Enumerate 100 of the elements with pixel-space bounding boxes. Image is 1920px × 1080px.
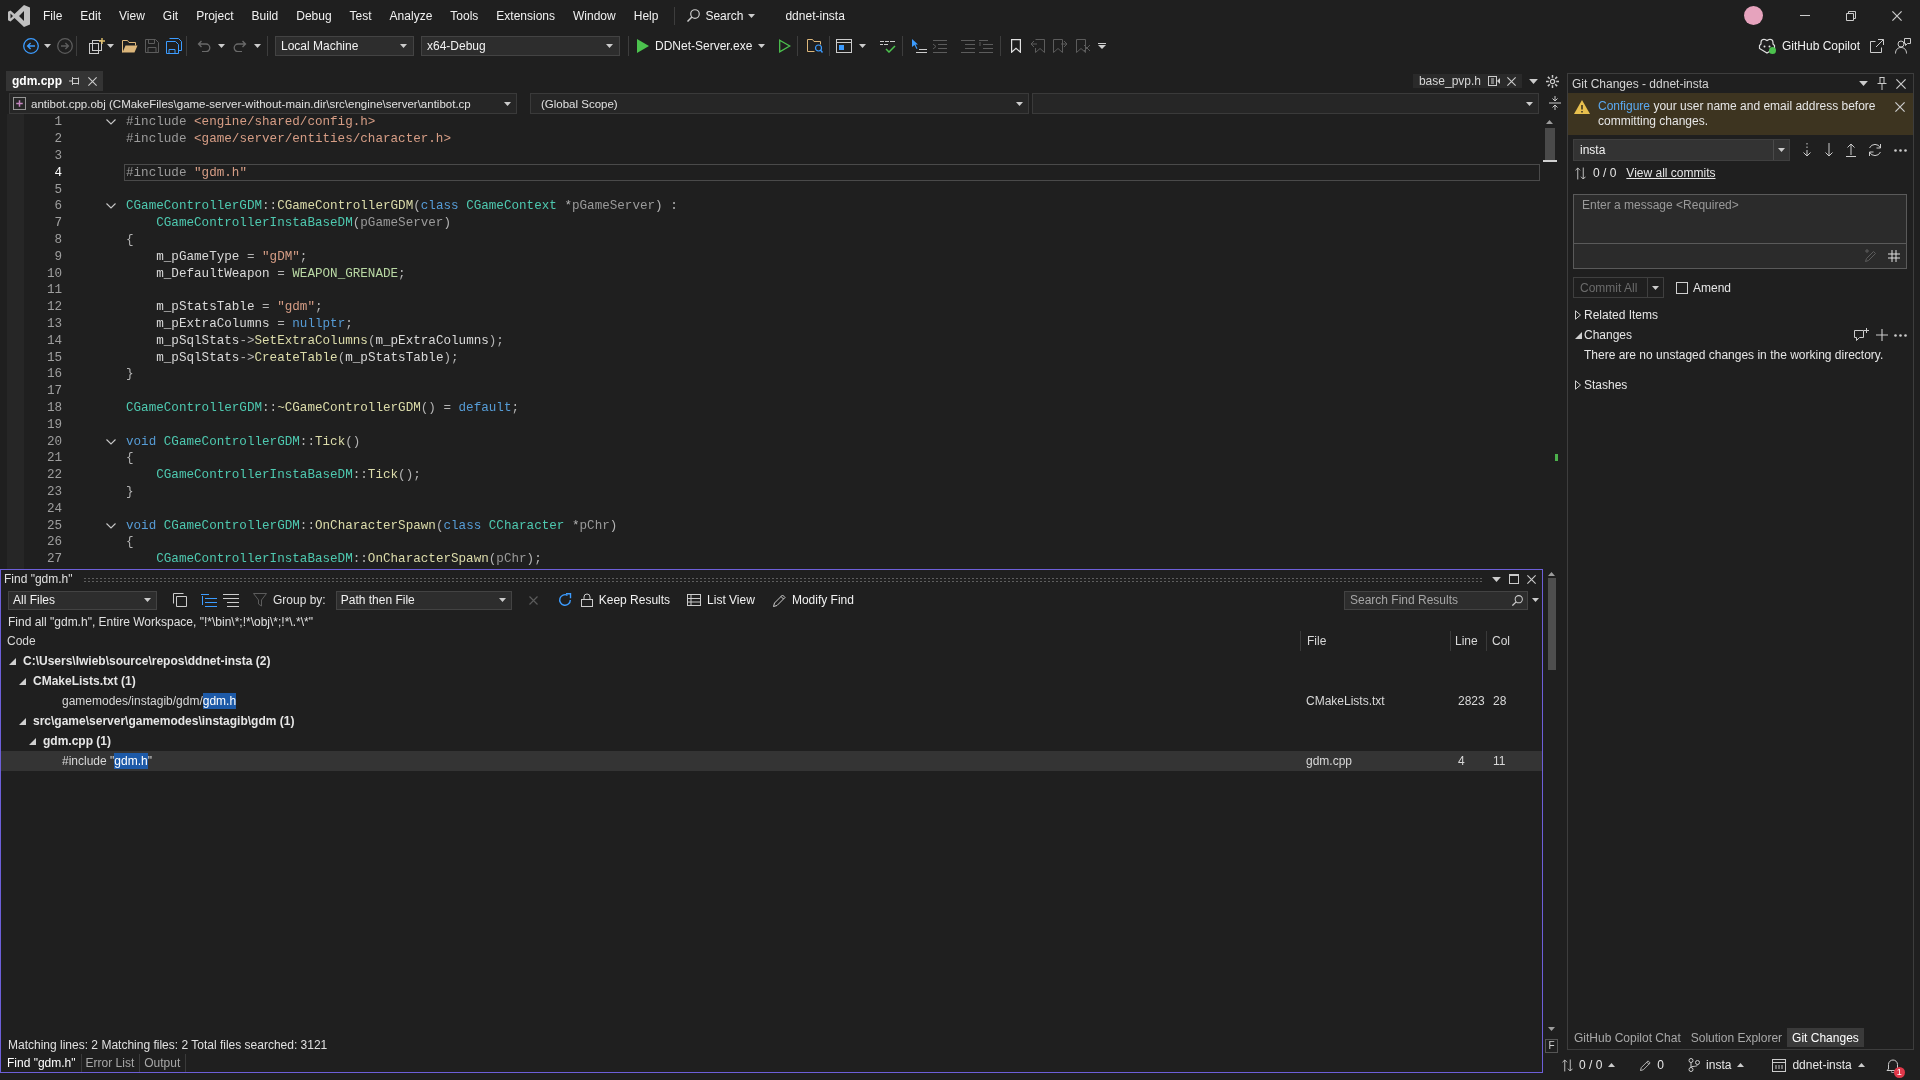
filter-icon[interactable]	[253, 593, 267, 607]
panel-tab[interactable]: Find "gdm.h"	[3, 1054, 82, 1072]
target-dropdown[interactable]: Local Machine	[275, 36, 414, 56]
next-bookmark-icon[interactable]	[1053, 39, 1068, 53]
project-dropdown[interactable]: antibot.cpp.obj (CMakeFiles\game-server-without-main.dir\src\engine\server\antibot.cp	[9, 93, 517, 114]
search-button[interactable]: Search	[681, 5, 762, 26]
column-header[interactable]: Line	[1455, 634, 1478, 648]
expand-all-icon[interactable]	[201, 593, 217, 607]
message-box[interactable]: Enter a message <Required>	[1573, 194, 1907, 269]
open-folder-icon[interactable]	[122, 39, 138, 53]
plus-icon[interactable]	[1876, 329, 1888, 341]
up-arrow-icon[interactable]	[1846, 143, 1856, 157]
spell-check-icon[interactable]	[880, 39, 897, 53]
close-icon[interactable]	[1527, 574, 1536, 584]
more-icon[interactable]	[1894, 333, 1907, 337]
menu-item[interactable]: Debug	[287, 5, 341, 26]
chevron-down-icon[interactable]	[106, 203, 116, 210]
column-header[interactable]: File	[1307, 634, 1327, 648]
branch-dropdown[interactable]: insta	[1573, 139, 1790, 161]
caret-down-icon[interactable]	[1529, 78, 1538, 84]
down-arrow-icon[interactable]	[1824, 143, 1834, 157]
windows-plus-icon[interactable]	[89, 38, 105, 54]
tool-window-tab[interactable]: GitHub Copilot Chat	[1569, 1028, 1686, 1047]
scope-dropdown[interactable]: All Files	[8, 590, 157, 610]
restore-icon[interactable]	[1846, 10, 1856, 21]
scrollbar-thumb[interactable]	[1545, 128, 1555, 160]
caret-down-icon[interactable]	[44, 44, 51, 48]
caret-down-icon[interactable]	[254, 44, 261, 48]
result-row[interactable]: CMakeLists.txt (1)	[1, 671, 1542, 691]
expanded-arrow-icon[interactable]	[9, 657, 16, 665]
clear-bookmarks-icon[interactable]	[1076, 39, 1091, 53]
dotted-down-arrow-icon[interactable]	[1802, 143, 1812, 157]
scroll-down-icon[interactable]	[1548, 1027, 1555, 1031]
expanded-arrow-icon[interactable]	[29, 737, 36, 745]
caret-down-icon[interactable]	[1492, 576, 1501, 582]
menu-item[interactable]: View	[110, 5, 154, 26]
save-all-icon[interactable]	[166, 38, 182, 54]
close-icon[interactable]	[88, 76, 97, 86]
tool-window-tab[interactable]: Solution Explorer	[1685, 1028, 1788, 1047]
pin-icon[interactable]	[1877, 77, 1887, 90]
chevron-down-icon[interactable]	[106, 119, 116, 126]
menu-item[interactable]: Window	[564, 5, 625, 26]
menu-item[interactable]: Help	[624, 5, 668, 26]
pin-icon[interactable]	[69, 76, 81, 86]
view-all-commits-link[interactable]: View all commits	[1626, 166, 1716, 180]
maximize-icon[interactable]	[1509, 574, 1519, 584]
redo-icon[interactable]	[233, 40, 247, 52]
menu-item[interactable]: Git	[153, 5, 188, 26]
clear-icon[interactable]	[528, 595, 538, 605]
menu-item[interactable]: File	[34, 5, 72, 26]
result-row[interactable]: C:\Users\lwieb\source\repos\ddnet-insta (2)	[1, 651, 1542, 671]
play-outline-icon[interactable]	[779, 39, 792, 53]
amend-checkbox[interactable]	[1676, 281, 1688, 294]
scrollbar-thumb[interactable]	[1547, 578, 1556, 670]
section-header[interactable]: Changes	[1584, 328, 1633, 342]
expanded-arrow-icon[interactable]	[1575, 331, 1582, 339]
caret-down-icon[interactable]	[859, 44, 867, 48]
expanded-arrow-icon[interactable]	[19, 677, 26, 685]
folder-search-icon[interactable]	[807, 39, 824, 53]
commit-message-field[interactable]: Enter a message <Required>	[1574, 195, 1906, 243]
caret-down-icon[interactable]	[107, 44, 114, 48]
tool-window-tab[interactable]: Git Changes	[1787, 1028, 1864, 1047]
caret-down-icon[interactable]	[218, 44, 225, 48]
column-header[interactable]: Code	[7, 634, 36, 648]
modify-find-button[interactable]: Modify Find	[772, 593, 854, 607]
menu-item[interactable]: Analyze	[380, 5, 442, 26]
result-row[interactable]: gdm.cpp (1)	[1, 731, 1542, 751]
menu-item[interactable]: Tools	[441, 5, 488, 26]
person-speech-icon[interactable]	[1895, 38, 1911, 54]
result-row[interactable]: #include "gdm.h" gdm.cpp 4 11	[1, 751, 1542, 771]
previous-bookmark-icon[interactable]	[1031, 39, 1046, 53]
keep-results-button[interactable]: Keep Results	[580, 593, 671, 607]
speech-bubble-plus-icon[interactable]	[1854, 328, 1870, 342]
copy-icon[interactable]	[173, 593, 187, 607]
section-header[interactable]: Related Items	[1584, 308, 1659, 322]
bookmark-icon[interactable]	[1011, 39, 1022, 53]
more-icon[interactable]	[1894, 148, 1907, 152]
document-tab[interactable]: base_pvp.h	[1412, 74, 1522, 88]
document-tab[interactable]: gdm.cpp	[6, 71, 103, 91]
bell-icon[interactable]	[1885, 1057, 1900, 1073]
undo-icon[interactable]	[197, 40, 211, 52]
menu-item[interactable]: Edit	[71, 5, 111, 26]
circular-arrows-icon[interactable]	[1868, 143, 1882, 157]
share-icon[interactable]	[1870, 39, 1884, 53]
changes-status-button[interactable]: 0	[1640, 1058, 1665, 1072]
search-icon[interactable]	[1512, 594, 1523, 606]
scope-dropdown[interactable]: (Global Scope)	[530, 93, 1029, 114]
configure-link[interactable]: Configure	[1598, 99, 1651, 113]
hash-icon[interactable]	[1888, 250, 1900, 262]
chevron-down-icon[interactable]	[106, 522, 116, 529]
user-avatar[interactable]	[1744, 6, 1763, 25]
text-lines-icon[interactable]	[961, 39, 976, 53]
menu-item[interactable]: Test	[340, 5, 381, 26]
column-header[interactable]: Col	[1492, 634, 1510, 648]
list-view-button[interactable]: List View	[687, 593, 755, 607]
menu-item[interactable]: Extensions	[487, 5, 565, 26]
text-lines-icon[interactable]	[979, 39, 994, 53]
scroll-up-icon[interactable]	[1546, 120, 1553, 124]
scroll-up-icon[interactable]	[1548, 572, 1555, 576]
collapsed-arrow-icon[interactable]	[1575, 380, 1581, 390]
